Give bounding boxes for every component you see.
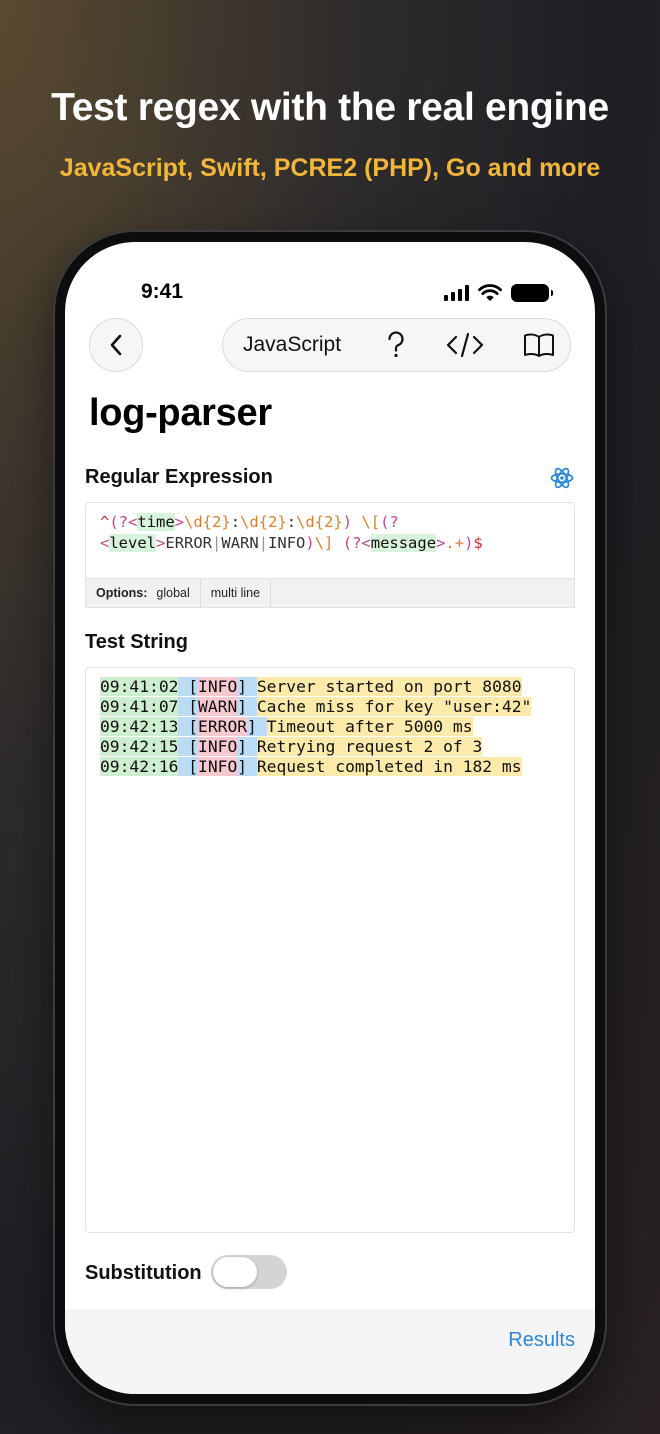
- test-string-line: 09:42:13 [ERROR] Timeout after 5000 ms: [100, 717, 473, 737]
- match-group-level: INFO: [198, 757, 238, 776]
- regex-token-esc: .+: [445, 534, 465, 552]
- regex-token-alt: |: [212, 534, 222, 552]
- code-button[interactable]: [445, 330, 485, 360]
- match-group-time: 09:42:16: [100, 757, 179, 776]
- regex-token-esc: \[: [361, 513, 381, 531]
- regex-token-lit: [352, 513, 361, 531]
- bottom-bar: Results: [65, 1309, 595, 1394]
- test-string-input[interactable]: 09:41:02 [INFO] Server started on port 8…: [85, 667, 575, 1233]
- match-group-time: 09:42:13: [100, 717, 179, 736]
- match-group-message: Server started on port 8080: [256, 677, 522, 696]
- regex-token-group: <: [100, 534, 110, 552]
- regex-token-esc: \d{2}: [184, 513, 231, 531]
- regex-token-name: time: [137, 513, 175, 531]
- promo-title: Test regex with the real engine: [51, 86, 609, 129]
- match-group-time: 09:42:15: [100, 737, 179, 756]
- match-group-level: ERROR: [198, 717, 248, 736]
- test-string-line: 09:41:07 [WARN] Cache miss for key "user…: [100, 697, 532, 717]
- match-group-level: WARN: [198, 697, 238, 716]
- regex-token-lit: INFO: [268, 534, 306, 552]
- regex-token-anchor: ^: [100, 513, 110, 531]
- regex-token-group: (?<: [109, 513, 138, 531]
- reference-button[interactable]: [523, 330, 555, 360]
- option-multiline[interactable]: multi line: [201, 578, 272, 608]
- test-string-section-label: Test String: [85, 631, 188, 653]
- regex-token-name: message: [370, 534, 437, 552]
- match-group-time: 09:41:02: [100, 677, 179, 696]
- regex-token-group: (?<: [342, 534, 371, 552]
- regex-line: ^(?<time>\d{2}:\d{2}:\d{2}) \[(?: [100, 512, 560, 533]
- battery-icon: [511, 284, 553, 302]
- app-screen: 9:41 JavaScript log-parser Regular Expre…: [65, 242, 595, 1394]
- substitution-toggle[interactable]: [211, 1255, 287, 1289]
- options-label: Options:: [96, 586, 148, 600]
- match-level-bracket: [ERROR]: [178, 717, 267, 736]
- regex-token-group: ): [342, 513, 353, 531]
- test-string-line: 09:41:02 [INFO] Server started on port 8…: [100, 677, 522, 697]
- match-group-message: Cache miss for key "user:42": [256, 697, 532, 716]
- regex-token-anchor: $: [473, 534, 483, 552]
- regex-token-group: (?: [380, 513, 399, 531]
- promo-subtitle: JavaScript, Swift, PCRE2 (PHP), Go and m…: [59, 154, 601, 182]
- option-global: global: [156, 586, 190, 600]
- regex-input[interactable]: ^(?<time>\d{2}:\d{2}:\d{2}) \[(? <level>…: [85, 502, 575, 579]
- wifi-icon: [478, 284, 502, 301]
- chevron-left-icon: [110, 334, 122, 356]
- match-group-message: Request completed in 182 ms: [256, 757, 522, 776]
- regex-section-label: Regular Expression: [85, 466, 273, 488]
- match-level-bracket: [INFO]: [178, 757, 257, 776]
- phone-frame: 9:41 JavaScript log-parser Regular Expre…: [53, 230, 607, 1406]
- status-time: 9:41: [141, 280, 184, 303]
- toggle-knob: [213, 1257, 257, 1287]
- regex-token-lit: :: [230, 513, 241, 531]
- regex-token-esc: \d{2}: [240, 513, 287, 531]
- test-string-line: 09:42:15 [INFO] Retrying request 2 of 3: [100, 737, 483, 757]
- cellular-signal-icon: [444, 285, 469, 301]
- match-level-bracket: [WARN]: [178, 697, 257, 716]
- regex-token-name: level: [109, 534, 157, 552]
- regex-token-lit: ERROR: [165, 534, 213, 552]
- regex-token-lit: [333, 534, 342, 552]
- code-brackets-icon: [446, 332, 484, 358]
- match-level-bracket: [INFO]: [178, 737, 257, 756]
- page-title: log-parser: [89, 392, 272, 434]
- regex-token-group: >: [436, 534, 446, 552]
- help-button[interactable]: [383, 330, 409, 360]
- regex-token-lit: :: [286, 513, 297, 531]
- open-book-icon: [524, 333, 554, 357]
- regex-token-esc: \d{2}: [296, 513, 343, 531]
- match-group-level: INFO: [198, 677, 238, 696]
- atom-icon[interactable]: [550, 466, 574, 490]
- regex-token-esc: \]: [314, 534, 334, 552]
- regex-token-alt: |: [258, 534, 269, 552]
- regex-line: <level>ERROR|WARN|INFO)\] (?<message>.+)…: [100, 533, 560, 554]
- test-string-line: 09:42:16 [INFO] Request completed in 182…: [100, 757, 522, 777]
- match-group-time: 09:41:07: [100, 697, 179, 716]
- substitution-label: Substitution: [85, 1262, 202, 1284]
- match-group-message: Timeout after 5000 ms: [266, 717, 473, 736]
- results-button[interactable]: Results: [508, 1329, 575, 1352]
- regex-token-group: >: [156, 534, 166, 552]
- question-mark-icon: [388, 331, 404, 358]
- match-group-message: Retrying request 2 of 3: [256, 737, 483, 756]
- regex-token-lit: WARN: [221, 534, 259, 552]
- regex-options-bar: Options: global multi line: [85, 578, 575, 608]
- toolbar: JavaScript: [222, 318, 571, 372]
- match-level-bracket: [INFO]: [178, 677, 257, 696]
- engine-selector[interactable]: JavaScript: [243, 333, 341, 357]
- regex-token-group: ): [305, 534, 315, 552]
- match-group-level: INFO: [198, 737, 238, 756]
- regex-token-group: >: [174, 513, 185, 531]
- status-icons: [444, 284, 553, 302]
- back-button[interactable]: [89, 318, 143, 372]
- options-cell[interactable]: Options: global: [86, 578, 201, 608]
